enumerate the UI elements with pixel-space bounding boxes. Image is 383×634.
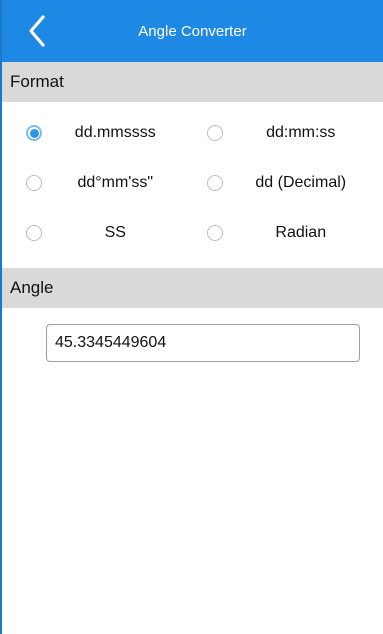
format-option-decimal[interactable]: dd (Decimal) [193, 158, 383, 208]
angle-input-wrap [2, 308, 383, 362]
radio-button[interactable] [206, 175, 223, 191]
format-option-dd-mm-ss[interactable]: dd:mm:ss [193, 108, 383, 158]
radio-button-checked[interactable] [26, 125, 42, 141]
format-option-dd-mmssss[interactable]: dd.mmssss [2, 108, 193, 158]
format-option-label: dd (Decimal) [255, 174, 347, 191]
format-option-label: dd°mm'ss" [77, 174, 154, 191]
format-option-ss[interactable]: SS [2, 208, 193, 258]
radio-button[interactable] [206, 125, 223, 141]
angle-section-header: Angle [2, 268, 383, 308]
format-row: dd.mmssss dd:mm:ss [2, 108, 383, 158]
format-option-label: dd.mmssss [74, 124, 156, 141]
format-option-label: SS [104, 224, 126, 241]
back-button[interactable] [20, 14, 54, 48]
angle-input[interactable] [46, 324, 360, 362]
app-screen: Angle Converter Format dd.mmssss dd:mm:s… [0, 0, 383, 634]
radio-button[interactable] [26, 225, 42, 241]
chevron-left-icon [29, 15, 45, 47]
format-option-label: Radian [275, 224, 327, 241]
page-title: Angle Converter [138, 22, 247, 40]
format-option-label: dd:mm:ss [266, 124, 336, 141]
format-option-dms-symbols[interactable]: dd°mm'ss" [2, 158, 193, 208]
format-option-radian[interactable]: Radian [193, 208, 383, 258]
header-bar: Angle Converter [2, 0, 383, 62]
format-row: SS Radian [2, 208, 383, 258]
radio-button[interactable] [206, 225, 223, 241]
format-options: dd.mmssss dd:mm:ss dd°mm'ss" dd (Decimal… [2, 102, 383, 268]
format-row: dd°mm'ss" dd (Decimal) [2, 158, 383, 208]
radio-button[interactable] [26, 175, 42, 191]
format-section-header: Format [2, 62, 383, 102]
